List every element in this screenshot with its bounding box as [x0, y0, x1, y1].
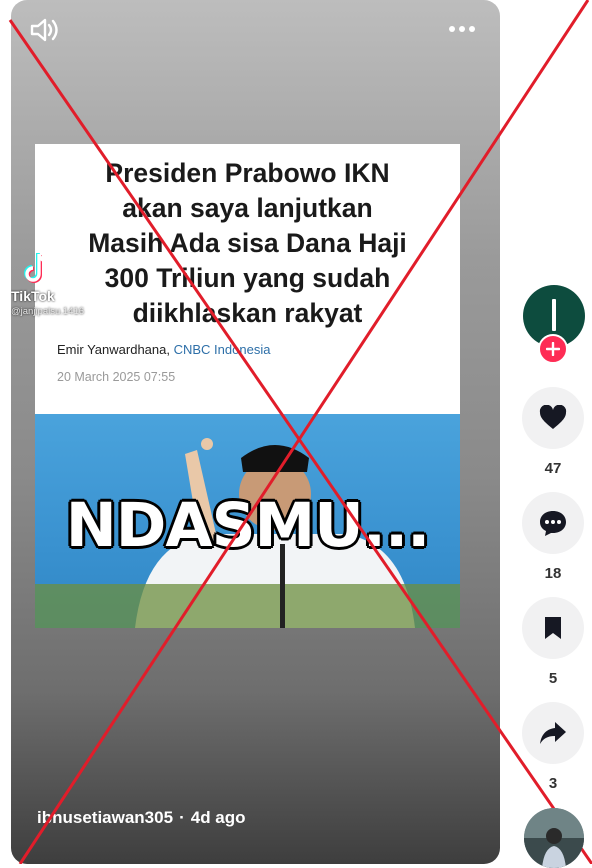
byline-author: Emir Yanwardhana, — [57, 342, 170, 357]
comment-button[interactable] — [522, 492, 584, 554]
volume-icon — [30, 18, 58, 42]
headline-line: Presiden Prabowo IKN — [105, 158, 390, 188]
heart-icon — [539, 405, 567, 429]
save-count: 5 — [548, 670, 558, 687]
video-meta: ibnusetiawan305 · 4d ago — [37, 808, 246, 828]
caption-overlay: NDASMU... — [65, 490, 431, 561]
comment-action: 18 — [522, 492, 584, 582]
volume-button[interactable] — [29, 16, 61, 44]
share-button[interactable] — [522, 702, 584, 764]
author-username[interactable]: ibnusetiawan305 — [37, 808, 173, 827]
tiktok-logo-icon — [24, 253, 49, 283]
like-action: 47 — [522, 387, 584, 477]
posted-time: 4d ago — [190, 808, 246, 827]
more-icon — [449, 26, 475, 32]
save-button[interactable] — [522, 597, 584, 659]
byline-source: CNBC Indonesia — [173, 342, 271, 357]
meta-separator: · — [179, 808, 185, 827]
more-options-button[interactable] — [446, 18, 478, 40]
headline-line: akan saya lanjutkan — [122, 193, 373, 223]
watermark-user: @janjipalsu.1416 — [11, 306, 85, 317]
watermark-name: TikTok — [11, 288, 55, 304]
video-player[interactable]: Presiden Prabowo IKN akan saya lanjutkan… — [11, 0, 500, 864]
bookmark-icon — [545, 617, 561, 639]
share-count: 3 — [548, 775, 558, 792]
comment-count: 18 — [544, 565, 562, 582]
news-date: 20 March 2025 07:55 — [57, 370, 176, 384]
follow-button[interactable] — [538, 334, 568, 364]
news-byline: Emir Yanwardhana, CNBC Indonesia — [57, 342, 270, 357]
avatar-glyph — [552, 299, 556, 331]
plus-icon — [546, 342, 560, 356]
save-action: 5 — [522, 597, 584, 687]
share-action: 3 — [522, 702, 584, 792]
news-card: Presiden Prabowo IKN akan saya lanjutkan… — [35, 144, 460, 628]
comment-icon — [540, 511, 566, 536]
sound-disc[interactable] — [524, 808, 584, 868]
sound-cover-image — [524, 808, 584, 868]
share-icon — [540, 722, 566, 744]
like-button[interactable] — [522, 387, 584, 449]
like-count: 47 — [544, 460, 562, 477]
tiktok-watermark: TikTok @janjipalsu.1416 — [11, 248, 111, 318]
